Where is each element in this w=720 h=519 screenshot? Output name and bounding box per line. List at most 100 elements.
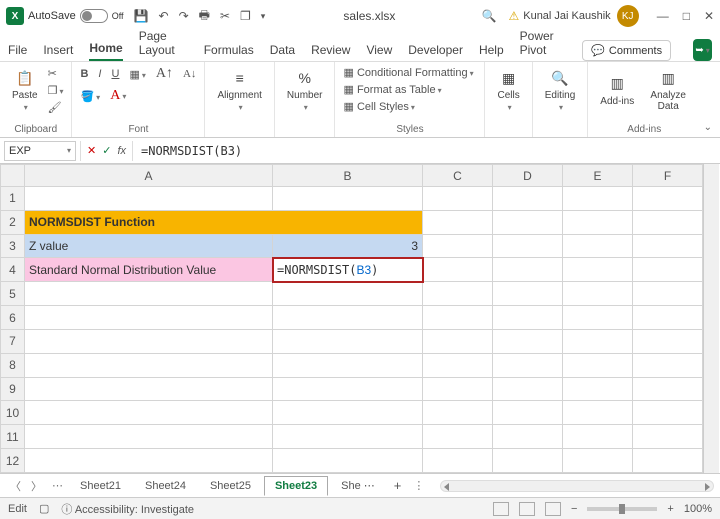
font-size-down-button[interactable]: A↓ — [183, 68, 196, 80]
cell[interactable] — [563, 282, 633, 306]
cell[interactable] — [273, 353, 423, 377]
format-as-table-button[interactable]: ▦ Format as Table▾ — [343, 83, 476, 96]
cut-button[interactable]: ✂ — [48, 67, 64, 80]
cell[interactable] — [633, 258, 703, 282]
cell[interactable] — [423, 353, 493, 377]
sheet-tab[interactable]: Sheet21 — [69, 476, 132, 496]
zoom-level[interactable]: 100% — [684, 503, 712, 515]
cell[interactable] — [563, 258, 633, 282]
cell[interactable] — [563, 425, 633, 449]
border-button[interactable]: ▦▾ — [129, 68, 145, 81]
cell-b4-active[interactable]: =NORMSDIST(B3) — [273, 258, 423, 282]
cell[interactable] — [493, 187, 563, 211]
cell[interactable] — [493, 401, 563, 425]
row-header[interactable]: 8 — [1, 353, 25, 377]
bold-button[interactable]: B — [80, 68, 88, 80]
cell-title[interactable]: NORMSDIST Function — [25, 210, 423, 234]
cell-b3[interactable]: 3 — [273, 234, 423, 258]
tab-developer[interactable]: Developer — [408, 39, 463, 61]
sheet-tab[interactable]: Sheet24 — [134, 476, 197, 496]
sheet-tab-active[interactable]: Sheet23 — [264, 476, 328, 496]
copy-button[interactable]: ❐▾ — [48, 84, 64, 97]
cell[interactable] — [563, 234, 633, 258]
cell[interactable] — [273, 425, 423, 449]
zoom-slider[interactable] — [587, 507, 657, 511]
formula-input[interactable]: =NORMSDIST(B3) — [133, 144, 720, 158]
cell[interactable] — [25, 425, 273, 449]
cell[interactable] — [273, 187, 423, 211]
cell[interactable] — [423, 377, 493, 401]
row-header[interactable]: 11 — [1, 425, 25, 449]
cell[interactable] — [493, 329, 563, 353]
cell[interactable] — [633, 187, 703, 211]
cell[interactable] — [493, 353, 563, 377]
editing-button[interactable]: 🔍Editing▾ — [541, 66, 580, 114]
cell[interactable] — [423, 401, 493, 425]
toggle-off-icon[interactable] — [80, 9, 108, 23]
cell[interactable] — [633, 306, 703, 330]
cell[interactable] — [633, 234, 703, 258]
cell[interactable] — [563, 306, 633, 330]
cell[interactable] — [493, 282, 563, 306]
cell[interactable] — [563, 329, 633, 353]
tab-review[interactable]: Review — [311, 39, 350, 61]
cell[interactable] — [633, 210, 703, 234]
cell[interactable] — [273, 329, 423, 353]
addins-button[interactable]: ▥Add-ins — [596, 72, 638, 109]
cell[interactable] — [25, 187, 273, 211]
file-name[interactable]: sales.xlsx — [269, 9, 469, 23]
vertical-scrollbar[interactable] — [703, 164, 719, 473]
tab-file[interactable]: File — [8, 39, 27, 61]
cell[interactable] — [493, 234, 563, 258]
row-header[interactable]: 5 — [1, 282, 25, 306]
cell[interactable] — [633, 282, 703, 306]
cell[interactable] — [273, 401, 423, 425]
page-break-view-button[interactable] — [545, 502, 561, 516]
cell[interactable] — [273, 306, 423, 330]
cell[interactable] — [493, 210, 563, 234]
cell[interactable] — [423, 306, 493, 330]
fx-icon[interactable]: fx — [117, 145, 126, 157]
fill-color-button[interactable]: 🪣▾ — [80, 90, 100, 103]
autosave-toggle[interactable]: AutoSave Off — [28, 9, 124, 23]
name-box[interactable]: EXP▾ — [4, 141, 76, 161]
cell[interactable] — [423, 329, 493, 353]
tab-view[interactable]: View — [366, 39, 392, 61]
cell[interactable] — [563, 449, 633, 473]
tab-help[interactable]: Help — [479, 39, 504, 61]
cell[interactable] — [633, 401, 703, 425]
cell[interactable] — [423, 187, 493, 211]
col-header[interactable]: F — [633, 165, 703, 187]
cancel-formula-icon[interactable]: ✕ — [87, 144, 96, 157]
row-header[interactable]: 12 — [1, 449, 25, 473]
cell[interactable] — [273, 449, 423, 473]
alignment-button[interactable]: ≡Alignment▾ — [213, 66, 265, 114]
cell[interactable] — [25, 353, 273, 377]
row-header[interactable]: 10 — [1, 401, 25, 425]
cell[interactable] — [423, 282, 493, 306]
zoom-in-button[interactable]: + — [667, 503, 673, 515]
col-header[interactable]: D — [493, 165, 563, 187]
col-header[interactable]: C — [423, 165, 493, 187]
dropdown-icon[interactable]: ▾ — [261, 11, 266, 22]
accessibility-status[interactable]: ⓘ Accessibility: Investigate — [61, 501, 194, 517]
tab-page-layout[interactable]: Page Layout — [139, 25, 188, 61]
zoom-out-button[interactable]: − — [571, 503, 577, 515]
maximize-icon[interactable]: □ — [683, 9, 690, 23]
col-header[interactable]: B — [273, 165, 423, 187]
conditional-formatting-button[interactable]: ▦ Conditional Formatting▾ — [343, 66, 476, 79]
tab-home[interactable]: Home — [89, 37, 122, 61]
tab-power-pivot[interactable]: Power Pivot — [520, 25, 567, 61]
cell[interactable] — [423, 258, 493, 282]
analyze-data-button[interactable]: ▥Analyze Data — [644, 66, 692, 114]
number-button[interactable]: %Number▾ — [283, 66, 327, 114]
cell[interactable] — [493, 425, 563, 449]
tab-insert[interactable]: Insert — [43, 39, 73, 61]
cell[interactable] — [25, 377, 273, 401]
cell[interactable] — [493, 377, 563, 401]
format-painter-button[interactable]: 🖌 — [48, 101, 64, 114]
cell[interactable] — [493, 258, 563, 282]
cell[interactable] — [25, 401, 273, 425]
print-icon[interactable]: 🖶 — [199, 6, 210, 27]
cell[interactable] — [273, 282, 423, 306]
